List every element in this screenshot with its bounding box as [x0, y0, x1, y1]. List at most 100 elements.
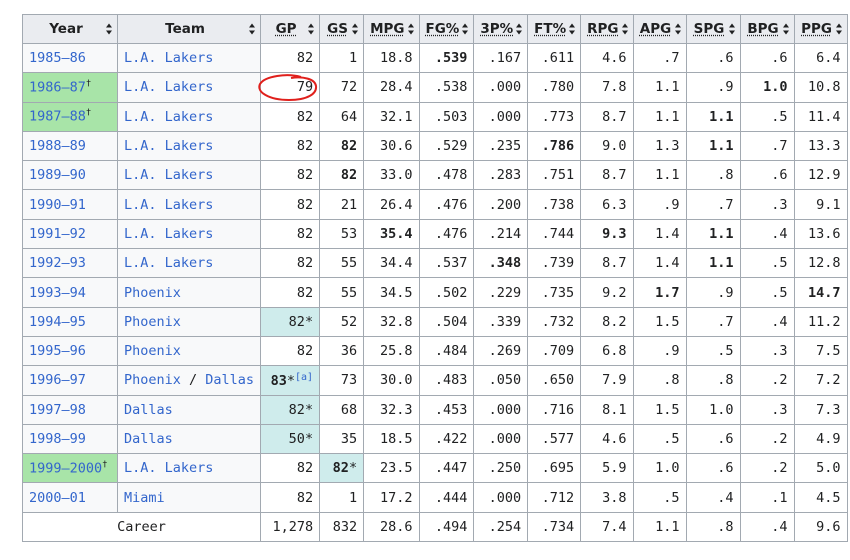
season-link[interactable]: 1990–91: [29, 197, 86, 213]
sort-arrows-icon[interactable]: [728, 23, 736, 35]
team-link[interactable]: L.A. Lakers: [124, 109, 213, 125]
stat-value: 68: [340, 401, 358, 418]
season-link[interactable]: 1999–2000: [29, 461, 102, 477]
stat-value: .611: [541, 50, 575, 67]
stat-value: 82: [296, 196, 314, 213]
season-link[interactable]: 1997–98: [29, 402, 86, 418]
champion-dagger-mark: †: [102, 460, 108, 471]
stat-value: .3: [771, 196, 788, 213]
season-link[interactable]: 1985–86: [29, 50, 86, 66]
stat-value: .250: [488, 460, 522, 477]
sort-arrows-icon[interactable]: [835, 23, 843, 35]
season-link[interactable]: 1988–89: [29, 138, 86, 154]
stat-cell-apg: 1.4: [632, 248, 687, 279]
season-cell: 1992–93: [22, 248, 118, 279]
team-link[interactable]: Phoenix: [124, 314, 181, 330]
season-link[interactable]: 1993–94: [29, 285, 86, 301]
season-link[interactable]: 1992–93: [29, 255, 86, 271]
stat-cell-gs: 52: [319, 306, 365, 337]
column-header-bpg[interactable]: BPG: [739, 14, 795, 44]
sort-arrows-icon[interactable]: [782, 23, 790, 35]
team-link[interactable]: L.A. Lakers: [124, 255, 213, 271]
stat-cell-spg: .7: [685, 306, 741, 337]
season-link[interactable]: 1998–99: [29, 431, 86, 447]
column-header-rpg[interactable]: RPG: [580, 14, 634, 44]
team-link[interactable]: L.A. Lakers: [124, 138, 213, 154]
column-header-gs[interactable]: GS: [319, 14, 365, 44]
sort-arrows-icon[interactable]: [407, 23, 415, 35]
column-header-label: RPG: [587, 21, 619, 37]
sort-arrows-icon[interactable]: [621, 23, 629, 35]
team-link[interactable]: Phoenix: [124, 372, 181, 388]
team-link[interactable]: L.A. Lakers: [124, 197, 213, 213]
column-header-fg[interactable]: FG%: [418, 14, 475, 44]
stat-cell-ft: .751: [527, 160, 582, 191]
sort-arrows-icon[interactable]: [516, 23, 523, 35]
team-link[interactable]: Phoenix: [124, 343, 181, 359]
stat-cell-bpg: .4: [739, 218, 795, 250]
stat-cell-mpg: 17.2: [363, 482, 420, 513]
team-link[interactable]: L.A. Lakers: [124, 226, 213, 242]
team-cell: L.A. Lakers: [116, 130, 262, 162]
stat-cell-ft: .611: [527, 42, 582, 74]
stat-cell-gp: 82: [260, 453, 321, 484]
column-header-spg[interactable]: SPG: [685, 14, 741, 44]
team-link[interactable]: Miami: [124, 490, 165, 506]
team-link[interactable]: L.A. Lakers: [124, 79, 213, 95]
sort-arrows-icon[interactable]: [569, 23, 576, 35]
team-link[interactable]: Dallas: [124, 402, 173, 418]
season-link[interactable]: 2000–01: [29, 490, 86, 506]
stat-value: 1.1: [655, 167, 680, 184]
stat-cell-fg: .422: [418, 423, 475, 455]
column-header-label: BPG: [747, 21, 779, 37]
team-link[interactable]: Phoenix: [124, 285, 181, 301]
footnote-reference-link[interactable]: [a]: [295, 372, 313, 383]
season-link[interactable]: 1995–96: [29, 343, 86, 359]
team-link[interactable]: L.A. Lakers: [124, 167, 213, 183]
stat-value: .447: [434, 460, 468, 477]
stat-value: 17.2: [379, 489, 413, 506]
stat-cell-bpg: .3: [739, 394, 795, 425]
season-link[interactable]: 1987–88: [29, 109, 86, 125]
career-stat-cell: 1,278: [260, 511, 321, 543]
team-link[interactable]: Dallas: [205, 372, 254, 388]
column-header-gp[interactable]: GP: [260, 14, 321, 44]
stat-cell-gs: 64: [319, 101, 365, 132]
column-header-mpg[interactable]: MPG: [363, 14, 420, 44]
team-link[interactable]: Dallas: [124, 431, 173, 447]
season-link[interactable]: 1986–87: [29, 80, 86, 96]
column-header-ft[interactable]: FT%: [527, 14, 582, 44]
sort-arrows-icon[interactable]: [308, 23, 315, 35]
sort-arrows-icon[interactable]: [249, 23, 256, 35]
column-header-3p[interactable]: 3P%: [473, 14, 529, 44]
stat-cell-ft: .738: [527, 189, 582, 220]
stat-value: .200: [488, 196, 522, 213]
team-link[interactable]: L.A. Lakers: [124, 460, 213, 476]
column-header-ppg[interactable]: PPG: [793, 14, 848, 44]
column-header-team[interactable]: Team: [116, 14, 262, 44]
stat-value: 7.9: [602, 372, 627, 389]
stat-cell-rpg: 6.8: [580, 335, 634, 367]
stat-cell-3p: .339: [473, 306, 529, 337]
season-link[interactable]: 1994–95: [29, 314, 86, 330]
column-header-apg[interactable]: APG: [632, 14, 687, 44]
sort-arrows-icon[interactable]: [674, 23, 682, 35]
table-row: 1986–87† L.A. Lakers 79 72 28.4 .538 .000 .780 7…: [22, 72, 848, 103]
career-stat-cell: .8: [685, 511, 741, 543]
stat-value: 8.1: [602, 401, 627, 418]
season-link[interactable]: 1996–97: [29, 372, 86, 388]
stat-cell-rpg: 9.2: [580, 277, 634, 308]
stat-value: 4.5: [816, 489, 841, 506]
season-link[interactable]: 1989–90: [29, 167, 86, 183]
sort-arrows-icon[interactable]: [106, 23, 113, 35]
stat-value: .6: [771, 167, 788, 184]
stat-cell-spg: 1.1: [685, 248, 741, 279]
team-link[interactable]: L.A. Lakers: [124, 50, 213, 66]
sort-arrows-icon[interactable]: [462, 23, 469, 35]
stat-value: 3.8: [602, 489, 627, 506]
stat-cell-bpg: .4: [739, 306, 795, 337]
stat-value: .6: [771, 50, 788, 67]
season-link[interactable]: 1991–92: [29, 226, 86, 242]
column-header-year[interactable]: Year: [22, 14, 118, 44]
sort-arrows-icon[interactable]: [352, 23, 359, 35]
